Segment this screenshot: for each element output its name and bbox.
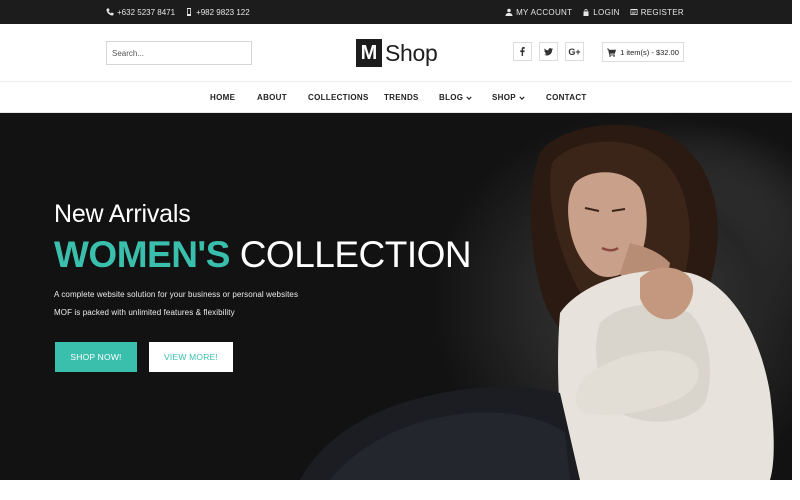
logo-text: Shop bbox=[385, 39, 438, 66]
facebook-icon bbox=[520, 47, 525, 56]
nav-item-home[interactable]: HOME bbox=[210, 82, 235, 113]
page-margin-bottom bbox=[0, 480, 800, 500]
cart-button[interactable]: 1 item(s) - $32.00 bbox=[602, 42, 684, 62]
logo-mark: M bbox=[356, 39, 382, 67]
site-header: M Shop G+ 1 item(s) - $32.00 bbox=[0, 24, 800, 82]
register-link[interactable]: REGISTER bbox=[630, 8, 684, 17]
phone-icon bbox=[106, 8, 114, 16]
mobile-contact[interactable]: +982 9823 122 bbox=[185, 8, 250, 17]
cart-icon bbox=[607, 48, 617, 57]
site-logo[interactable]: M Shop bbox=[356, 39, 438, 67]
nav-item-label: HOME bbox=[210, 93, 236, 102]
nav-item-trends[interactable]: TRENDS bbox=[384, 82, 419, 113]
nav-item-label: COLLECTIONS bbox=[308, 93, 369, 102]
register-icon bbox=[630, 9, 638, 15]
register-label: REGISTER bbox=[640, 7, 684, 17]
contact-info: +632 5237 8471 +982 9823 122 bbox=[106, 0, 250, 24]
nav-item-label: BLOG bbox=[439, 93, 464, 102]
twitter-button[interactable] bbox=[539, 42, 558, 61]
user-icon bbox=[505, 8, 513, 16]
twitter-icon bbox=[544, 48, 553, 56]
nav-item-label: ABOUT bbox=[257, 93, 287, 102]
lock-icon bbox=[583, 9, 589, 16]
my-account-label: MY ACCOUNT bbox=[516, 7, 573, 17]
hero-banner: New Arrivals WOMEN'S COLLECTION A comple… bbox=[0, 113, 792, 480]
mobile-number: +982 9823 122 bbox=[196, 7, 250, 17]
nav-item-contact[interactable]: CONTACT bbox=[546, 82, 587, 113]
login-link[interactable]: LOGIN bbox=[582, 8, 619, 17]
phone-contact[interactable]: +632 5237 8471 bbox=[106, 8, 175, 17]
nav-item-collections[interactable]: COLLECTIONS bbox=[308, 82, 369, 113]
nav-item-label: TRENDS bbox=[384, 93, 419, 102]
hero-title-rest: COLLECTION bbox=[239, 234, 472, 275]
hero-kicker: New Arrivals bbox=[54, 200, 191, 228]
hero-description-line-1: A complete website solution for your bus… bbox=[54, 290, 299, 299]
facebook-button[interactable] bbox=[513, 42, 532, 61]
cart-summary: 1 item(s) - $32.00 bbox=[620, 47, 679, 57]
nav-item-about[interactable]: ABOUT bbox=[257, 82, 287, 113]
google-plus-icon: G+ bbox=[568, 46, 581, 57]
top-bar: +632 5237 8471 +982 9823 122 MY ACCOUNT … bbox=[0, 0, 800, 24]
phone-number: +632 5237 8471 bbox=[117, 7, 176, 17]
login-label: LOGIN bbox=[593, 7, 620, 17]
search-input[interactable] bbox=[106, 41, 252, 65]
nav-item-blog[interactable]: BLOG bbox=[439, 82, 472, 113]
nav-item-label: SHOP bbox=[492, 93, 516, 102]
my-account-link[interactable]: MY ACCOUNT bbox=[505, 8, 572, 17]
hero-title-accent: WOMEN'S bbox=[54, 234, 230, 275]
chevron-down-icon bbox=[519, 95, 525, 100]
view-more-button[interactable]: VIEW MORE! bbox=[149, 342, 233, 372]
chevron-down-icon bbox=[466, 95, 472, 100]
mobile-icon bbox=[187, 8, 192, 16]
shop-now-button[interactable]: SHOP NOW! bbox=[55, 342, 137, 372]
nav-item-label: CONTACT bbox=[546, 93, 587, 102]
google-plus-button[interactable]: G+ bbox=[565, 42, 584, 61]
account-links: MY ACCOUNT LOGIN REGISTER bbox=[505, 0, 684, 24]
nav-item-shop[interactable]: SHOP bbox=[492, 82, 525, 113]
hero-title: WOMEN'S COLLECTION bbox=[54, 234, 472, 276]
hero-description-line-2: MOF is packed with unlimited features & … bbox=[54, 308, 235, 317]
main-nav: HOME ABOUT COLLECTIONS TRENDS BLOG SHOP … bbox=[0, 82, 800, 113]
page-margin-right bbox=[792, 0, 800, 500]
